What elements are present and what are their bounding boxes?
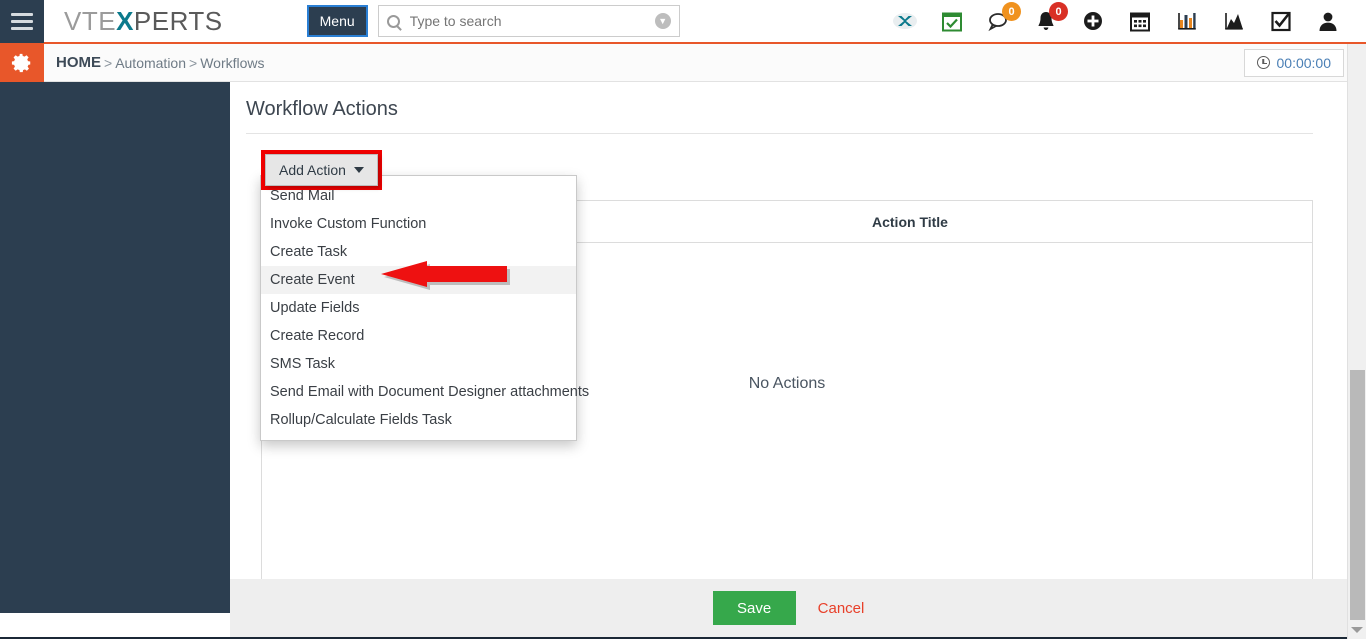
scrollbar-thumb[interactable] [1350, 370, 1365, 620]
breadcrumb-automation[interactable]: Automation [115, 55, 186, 71]
dropdown-item-sms-task[interactable]: SMS Task [261, 350, 576, 378]
calendar-check-icon[interactable] [940, 9, 964, 33]
brand-part-2: PERTS [133, 5, 223, 36]
chat-badge-count: 0 [1002, 2, 1021, 21]
dropdown-item-create-task[interactable]: Create Task [261, 238, 576, 266]
breadcrumb-bar: HOME > Automation > Workflows 00:00:00 [0, 43, 1366, 82]
search-box[interactable]: ▼ [377, 5, 680, 37]
hamburger-bar [11, 26, 33, 30]
scroll-down-arrow-icon[interactable] [1351, 627, 1363, 633]
chat-bubble-icon[interactable]: 0 [987, 2, 1021, 33]
area-chart-icon[interactable] [1222, 9, 1246, 33]
bell-icon[interactable]: 0 [1034, 2, 1068, 33]
clock-icon [1256, 56, 1270, 69]
menu-button[interactable]: Menu [306, 5, 368, 37]
breadcrumb-workflows[interactable]: Workflows [200, 55, 264, 71]
top-icon-cluster: 0 0 [893, 2, 1366, 33]
dropdown-item-create-event[interactable]: Create Event [261, 266, 576, 294]
dropdown-item-update-fields[interactable]: Update Fields [261, 294, 576, 322]
breadcrumb-separator: > [104, 54, 113, 71]
user-icon[interactable] [1316, 9, 1340, 33]
bar-chart-icon[interactable] [1175, 9, 1199, 33]
left-sidebar [0, 82, 230, 613]
cancel-link[interactable]: Cancel [818, 600, 865, 617]
dropdown-item-rollup-calculate-fields-task[interactable]: Rollup/Calculate Fields Task [261, 406, 576, 434]
breadcrumb-separator: > [189, 54, 198, 71]
hamburger-bar [11, 12, 33, 16]
breadcrumb: HOME > Automation > Workflows [56, 54, 265, 71]
calendar-icon[interactable] [1128, 9, 1152, 33]
chevron-down-circle-icon[interactable]: ▼ [654, 13, 671, 29]
notification-badge-count: 0 [1049, 2, 1068, 21]
checkbox-icon[interactable] [1269, 9, 1293, 33]
add-circle-icon[interactable] [1081, 9, 1105, 33]
caret-down-icon [353, 167, 364, 173]
save-button[interactable]: Save [712, 591, 796, 625]
hamburger-bar [11, 19, 33, 23]
timer-value: 00:00:00 [1276, 54, 1332, 71]
search-input[interactable] [407, 12, 655, 30]
dropdown-item-create-record[interactable]: Create Record [261, 322, 576, 350]
add-action-label: Add Action [279, 162, 346, 178]
timer-widget[interactable]: 00:00:00 [1243, 48, 1344, 77]
brand-part-1: VTE [64, 5, 117, 36]
add-action-dropdown-menu: Send Mail Invoke Custom Function Create … [260, 175, 589, 441]
page-scrollbar[interactable] [1347, 44, 1366, 639]
hamburger-menu-icon[interactable] [0, 0, 44, 43]
vtexperts-logo-icon[interactable] [893, 9, 917, 33]
brand-x-mark: X [116, 5, 134, 36]
add-action-highlight-box: Add Action [261, 150, 382, 190]
breadcrumb-home[interactable]: HOME [56, 54, 101, 71]
search-icon [386, 14, 400, 28]
dropdown-item-invoke-custom-function[interactable]: Invoke Custom Function [261, 210, 576, 238]
page-title: Workflow Actions [246, 98, 398, 120]
dropdown-item-send-email-document-designer[interactable]: Send Email with Document Designer attach… [261, 378, 589, 406]
form-footer: Save Cancel [230, 579, 1347, 637]
add-action-button[interactable]: Add Action [265, 154, 378, 186]
brand-logo[interactable]: VTE X PERTS [64, 6, 223, 37]
top-navigation-bar: VTEXPERTS Menu ▼ 0 [0, 0, 1366, 44]
gear-icon[interactable] [0, 43, 44, 82]
